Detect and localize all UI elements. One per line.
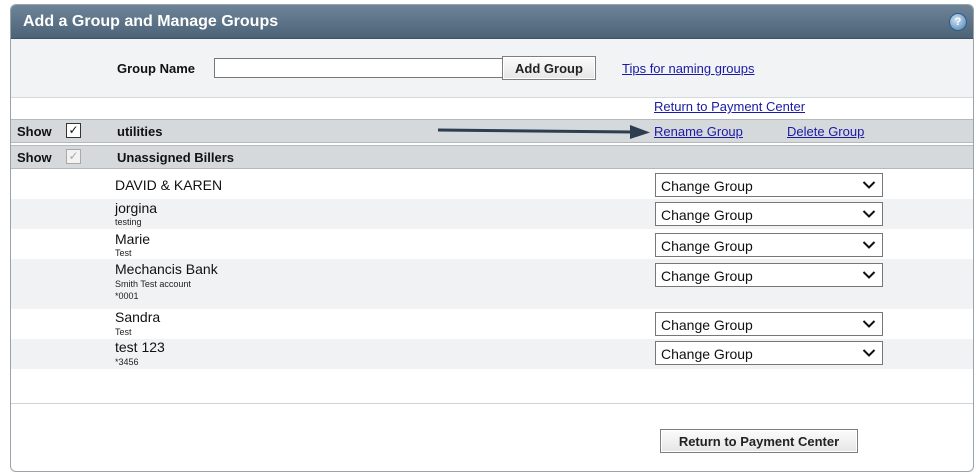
biller-name: Mechancis Bank xyxy=(115,261,218,277)
change-group-select[interactable]: Change Group xyxy=(655,233,883,257)
biller-row: test 123 *3456 Change Group xyxy=(11,339,973,369)
checkmark-icon: ✓ xyxy=(68,123,79,137)
biller-name: jorgina xyxy=(115,200,158,216)
change-group-select[interactable]: Change Group xyxy=(655,341,883,365)
change-group-select-value: Change Group xyxy=(661,317,753,333)
change-group-select[interactable]: Change Group xyxy=(655,263,883,287)
change-group-select[interactable]: Change Group xyxy=(655,173,883,197)
show-label: Show xyxy=(17,150,52,165)
biller-detail: *3456 xyxy=(115,357,139,367)
group-name-input[interactable] xyxy=(214,58,506,78)
help-icon[interactable]: ? xyxy=(949,13,967,31)
biller-row: Sandra Test Change Group xyxy=(11,309,973,339)
group-name-form: Group Name Add Group Tips for naming gro… xyxy=(11,39,973,98)
chevron-down-icon xyxy=(862,210,876,218)
change-group-select[interactable]: Change Group xyxy=(655,312,883,336)
show-unassigned-checkbox: ✓ xyxy=(66,149,81,164)
change-group-select-value: Change Group xyxy=(661,238,753,254)
add-group-button[interactable]: Add Group xyxy=(502,56,596,80)
tips-for-naming-groups-link[interactable]: Tips for naming groups xyxy=(622,61,754,76)
show-utilities-checkbox[interactable]: ✓ xyxy=(66,123,81,138)
return-to-payment-center-button[interactable]: Return to Payment Center xyxy=(660,429,858,453)
show-label: Show xyxy=(17,124,52,139)
group-row-unassigned-billers: Show ✓ Unassigned Billers xyxy=(11,145,973,169)
biller-name: DAVID & KAREN xyxy=(115,177,223,193)
biller-detail: testing xyxy=(115,217,142,227)
biller-row: jorgina testing Change Group xyxy=(11,199,973,229)
manage-groups-panel: Add a Group and Manage Groups ? Group Na… xyxy=(10,4,974,472)
title-bar: Add a Group and Manage Groups ? xyxy=(11,5,973,39)
group-row-utilities: Show ✓ utilities Rename Group Delete Gro… xyxy=(11,119,973,143)
biller-detail: Test xyxy=(115,248,132,258)
group-name: utilities xyxy=(117,124,163,139)
divider xyxy=(11,403,973,404)
delete-group-link[interactable]: Delete Group xyxy=(787,124,864,139)
chevron-down-icon xyxy=(862,181,876,189)
biller-name: test 123 xyxy=(115,339,165,355)
biller-row: Mechancis Bank Smith Test account *0001 … xyxy=(11,259,973,309)
biller-row: DAVID & KAREN Change Group xyxy=(11,171,973,199)
change-group-select-value: Change Group xyxy=(661,207,753,223)
change-group-select[interactable]: Change Group xyxy=(655,202,883,226)
biller-detail: Smith Test account xyxy=(115,279,191,289)
biller-detail: Test xyxy=(115,327,132,337)
chevron-down-icon xyxy=(862,349,876,357)
change-group-select-value: Change Group xyxy=(661,346,753,362)
biller-detail: *0001 xyxy=(115,291,139,301)
checkmark-icon: ✓ xyxy=(68,149,79,163)
group-name-label: Group Name xyxy=(117,61,196,76)
page-title: Add a Group and Manage Groups xyxy=(23,13,279,30)
biller-name: Marie xyxy=(115,231,151,247)
chevron-down-icon xyxy=(862,320,876,328)
return-to-payment-center-link[interactable]: Return to Payment Center xyxy=(654,99,805,114)
biller-name: Sandra xyxy=(115,309,161,325)
arrow-right-icon xyxy=(437,125,650,139)
change-group-select-value: Change Group xyxy=(661,268,753,284)
change-group-select-value: Change Group xyxy=(661,178,753,194)
chevron-down-icon xyxy=(862,241,876,249)
group-name: Unassigned Billers xyxy=(117,150,235,165)
chevron-down-icon xyxy=(862,271,876,279)
biller-row: Marie Test Change Group xyxy=(11,229,973,259)
rename-group-link[interactable]: Rename Group xyxy=(654,124,743,139)
